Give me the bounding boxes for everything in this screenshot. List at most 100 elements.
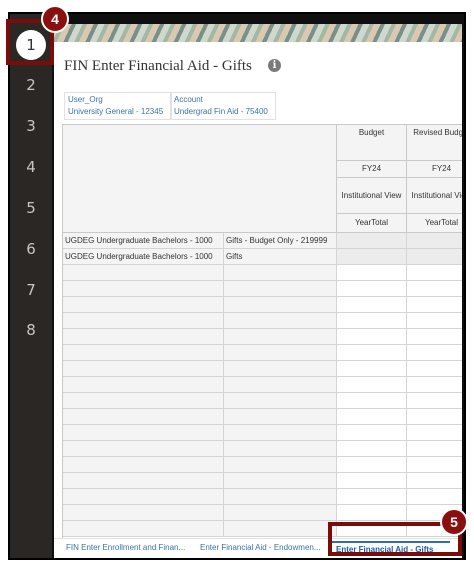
data-cell-empty[interactable]: [337, 489, 407, 505]
row-header-entity: UGDEG Undergraduate Bachelors - 1000: [63, 249, 224, 265]
row-header-empty: [224, 473, 337, 489]
row-header-empty: [224, 457, 337, 473]
data-cell-empty[interactable]: [337, 265, 407, 281]
pov-user-org[interactable]: User_Org University General - 12345: [64, 92, 172, 120]
data-cell-empty[interactable]: [337, 281, 407, 297]
rail-item-3[interactable]: 3: [10, 112, 52, 140]
data-cell-empty[interactable]: [337, 505, 407, 521]
data-cell-empty[interactable]: [407, 409, 462, 425]
data-cell-empty[interactable]: [407, 265, 462, 281]
data-cell-empty[interactable]: [407, 377, 462, 393]
form-content: FIN Enter Financial Aid - Gifts i User_O…: [54, 24, 462, 558]
row-header-empty: [63, 441, 224, 457]
rail-item-5[interactable]: 5: [10, 194, 52, 222]
row-header-empty: [224, 489, 337, 505]
data-cell[interactable]: [407, 249, 462, 265]
pov-label: User_Org: [68, 95, 103, 104]
column-header-year: FY24: [337, 161, 407, 178]
row-header-empty: [63, 377, 224, 393]
pov-value[interactable]: University General - 12345: [68, 106, 168, 118]
data-cell-empty[interactable]: [407, 361, 462, 377]
data-cell-empty[interactable]: [407, 441, 462, 457]
row-header-empty: [224, 329, 337, 345]
rail-item-2[interactable]: 2: [10, 71, 52, 99]
data-cell-empty[interactable]: [337, 329, 407, 345]
data-cell-empty[interactable]: [407, 473, 462, 489]
data-cell-empty[interactable]: [407, 345, 462, 361]
column-header-period: YearTotal: [407, 214, 462, 233]
data-cell-empty[interactable]: [407, 297, 462, 313]
pov-label: Account: [174, 95, 203, 104]
row-header-empty: [63, 297, 224, 313]
row-header-empty: [224, 265, 337, 281]
data-cell-empty[interactable]: [407, 489, 462, 505]
data-grid: Budget FY24 Institutional View YearTotal…: [62, 124, 462, 546]
row-header-empty: [63, 329, 224, 345]
data-cell-empty[interactable]: [337, 361, 407, 377]
row-header-empty: [63, 489, 224, 505]
row-header-empty: [63, 313, 224, 329]
row-header-empty: [63, 409, 224, 425]
row-header-account: Gifts: [224, 249, 337, 265]
row-header-empty: [63, 345, 224, 361]
row-header-empty: [224, 425, 337, 441]
row-header-empty: [63, 393, 224, 409]
data-cell[interactable]: [337, 249, 407, 265]
row-header-empty: [63, 457, 224, 473]
data-cell-empty[interactable]: [337, 393, 407, 409]
row-header-empty: [63, 265, 224, 281]
data-cell-empty[interactable]: [407, 313, 462, 329]
data-cell[interactable]: [337, 233, 407, 249]
data-cell[interactable]: [407, 233, 462, 249]
data-cell-empty[interactable]: [407, 329, 462, 345]
row-header-empty: [224, 313, 337, 329]
data-cell-empty[interactable]: [337, 473, 407, 489]
column-header-year: FY24: [407, 161, 462, 178]
column-header-period: YearTotal: [337, 214, 407, 233]
row-header-empty: [63, 281, 224, 297]
row-header-empty: [224, 281, 337, 297]
pov-value[interactable]: Undergrad Fin Aid - 75400: [174, 106, 272, 118]
data-cell-empty[interactable]: [407, 457, 462, 473]
column-header-scenario: Revised Budget: [407, 125, 462, 161]
row-header-entity: UGDEG Undergraduate Bachelors - 1000: [63, 233, 224, 249]
row-header-empty: [224, 521, 337, 537]
row-header-empty: [63, 361, 224, 377]
row-header-empty: [224, 361, 337, 377]
column-header-view: Institutional View: [337, 178, 407, 214]
data-cell-empty[interactable]: [337, 409, 407, 425]
navigation-rail: 1 2 3 4 5 6 7 8: [10, 14, 52, 558]
data-cell-empty[interactable]: [337, 377, 407, 393]
data-cell-empty[interactable]: [337, 297, 407, 313]
data-cell-empty[interactable]: [337, 313, 407, 329]
pov-account[interactable]: Account Undergrad Fin Aid - 75400: [170, 92, 276, 120]
row-header-empty: [63, 521, 224, 537]
data-cell-empty[interactable]: [337, 457, 407, 473]
tab-enrollment[interactable]: FIN Enter Enrollment and Finan...: [66, 543, 194, 552]
row-header-empty: [224, 297, 337, 313]
row-header-empty: [224, 409, 337, 425]
info-icon[interactable]: i: [268, 59, 281, 72]
data-cell-empty[interactable]: [337, 425, 407, 441]
data-cell-empty[interactable]: [407, 425, 462, 441]
row-header-empty: [224, 393, 337, 409]
tab-financial-aid-endowment[interactable]: Enter Financial Aid - Endowmen...: [200, 543, 326, 552]
rail-item-8[interactable]: 8: [10, 316, 52, 344]
row-header-empty: [224, 441, 337, 457]
app-frame: 1 2 3 4 5 6 7 8 FIN Enter Financial Aid …: [8, 12, 466, 560]
row-header-empty: [63, 473, 224, 489]
rail-item-7[interactable]: 7: [10, 276, 52, 304]
column-header-view: Institutional View: [407, 178, 462, 214]
grid-corner: [63, 125, 337, 233]
data-cell-empty[interactable]: [407, 393, 462, 409]
page-title: FIN Enter Financial Aid - Gifts: [64, 58, 252, 74]
data-cell-empty[interactable]: [337, 345, 407, 361]
decorative-banner: [54, 24, 462, 42]
data-cell-empty[interactable]: [407, 281, 462, 297]
callout-badge-5: 5: [440, 508, 468, 536]
row-header-empty: [63, 505, 224, 521]
rail-item-6[interactable]: 6: [10, 235, 52, 263]
rail-item-4[interactable]: 4: [10, 153, 52, 181]
data-cell-empty[interactable]: [337, 441, 407, 457]
row-header-empty: [224, 505, 337, 521]
